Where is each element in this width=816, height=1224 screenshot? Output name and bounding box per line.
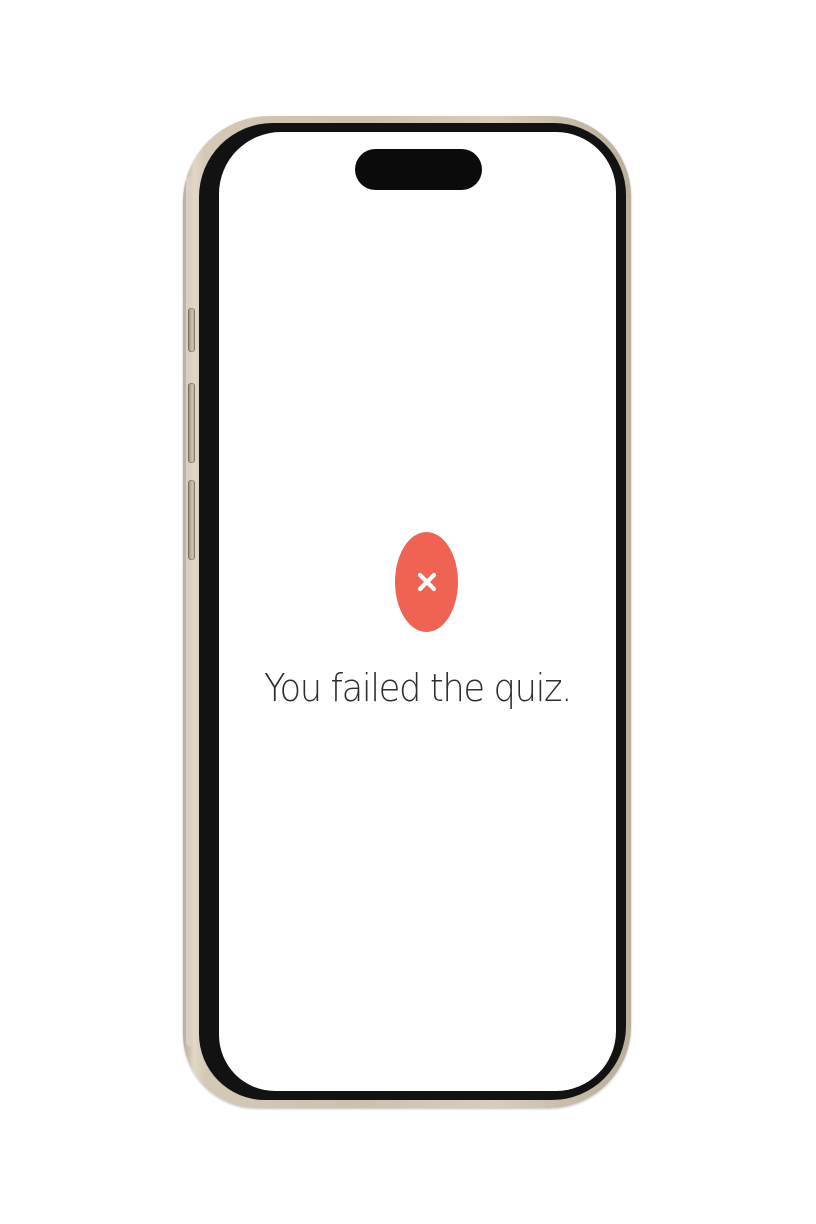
x-mark-icon [417,572,436,592]
quiz-result-message: You failed the quiz. [263,666,572,710]
phone-screen: You failed the quiz. [219,132,616,1091]
dynamic-island [355,149,482,190]
action-button [188,308,195,352]
fail-status-badge [395,532,458,632]
volume-down-button [188,480,195,560]
volume-up-button [188,383,195,463]
